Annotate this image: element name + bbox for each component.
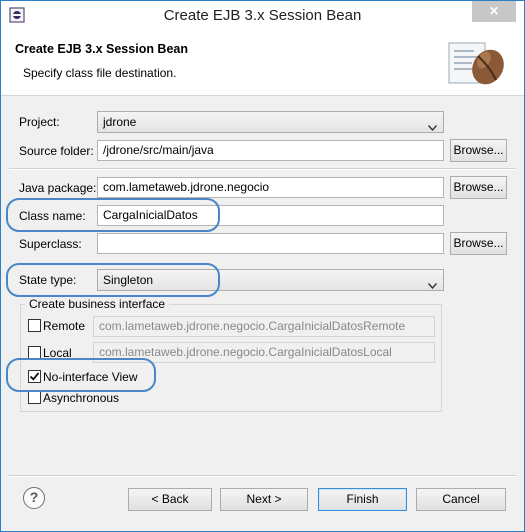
source-folder-field[interactable]: /jdrone/src/main/java [97,140,444,161]
state-type-select[interactable]: Singleton [97,269,444,291]
remote-interface-field: com.lametaweb.jdrone.negocio.CargaInicia… [93,316,435,337]
cancel-button[interactable]: Cancel [416,488,506,511]
no-interface-view-checkbox[interactable] [28,370,41,383]
footer-separator [9,475,516,477]
business-interface-title: Create business interface [25,297,170,311]
state-type-select-value: Singleton [103,273,154,287]
java-package-field[interactable]: com.lametaweb.jdrone.negocio [97,177,444,198]
java-package-label: Java package: [19,181,97,195]
close-button[interactable]: ✕ [472,1,516,22]
class-name-label: Class name: [19,209,86,223]
finish-button[interactable]: Finish [318,488,407,511]
next-button[interactable]: Next > [220,488,308,511]
remote-checkbox[interactable] [28,319,41,332]
local-interface-field: com.lametaweb.jdrone.negocio.CargaInicia… [93,342,435,363]
no-interface-view-label: No-interface View [43,370,138,384]
project-label: Project: [19,115,60,129]
superclass-label: Superclass: [19,237,82,251]
superclass-field[interactable] [97,233,444,254]
dialog-window: Create EJB 3.x Session Bean ✕ Create EJB… [0,0,525,532]
browse-package-button[interactable]: Browse... [450,176,507,199]
wizard-header: Create EJB 3.x Session Bean Specify clas… [1,31,524,96]
separator [9,168,516,170]
source-folder-label: Source folder: [19,144,94,158]
window-title: Create EJB 3.x Session Bean [163,7,362,24]
help-icon[interactable]: ? [23,487,45,509]
browse-superclass-button[interactable]: Browse... [450,232,507,255]
project-select-value: jdrone [103,115,137,129]
wizard-title: Create EJB 3.x Session Bean [15,42,188,56]
class-name-field[interactable]: CargaInicialDatos [97,205,444,226]
asynchronous-checkbox[interactable] [28,391,41,404]
local-label: Local [43,346,72,360]
chevron-down-icon [427,277,438,290]
chevron-down-icon [427,119,438,132]
wizard-subtitle: Specify class file destination. [23,66,177,80]
browse-source-folder-button[interactable]: Browse... [450,139,507,162]
checkmark-icon [29,372,40,381]
local-checkbox[interactable] [28,346,41,359]
state-type-label: State type: [19,273,77,287]
remote-label: Remote [43,319,86,333]
title-bar[interactable]: Create EJB 3.x Session Bean ✕ [1,1,524,31]
asynchronous-label: Asynchronous [43,391,120,405]
back-button[interactable]: < Back [128,488,212,511]
session-bean-icon [448,40,506,88]
project-select[interactable]: jdrone [97,111,444,133]
